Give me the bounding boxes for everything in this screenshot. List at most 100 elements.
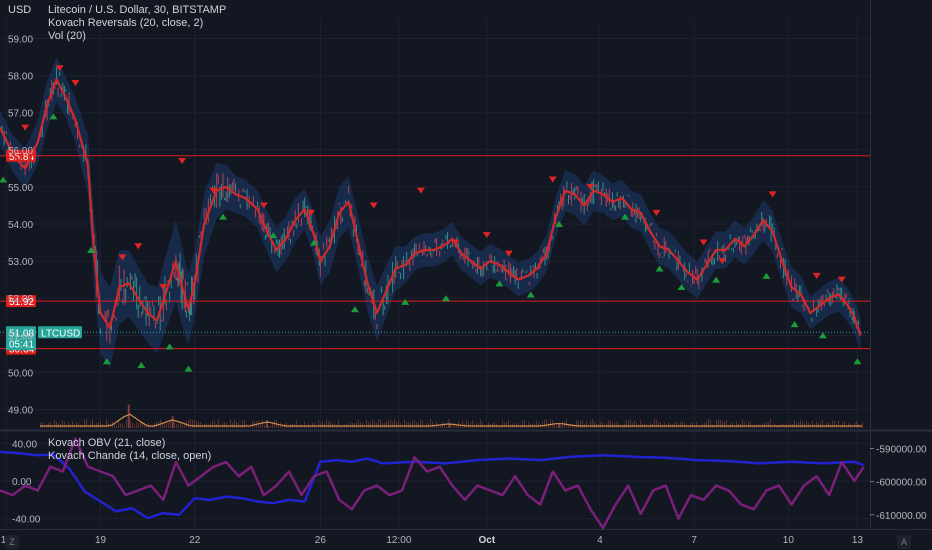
kovach-obv-legend[interactable]: Kovach OBV (21, close) bbox=[48, 437, 211, 450]
lower-left-tick-label: 40.00 bbox=[12, 439, 37, 450]
volume-bar bbox=[816, 421, 817, 428]
y-tick-label: 53.00 bbox=[8, 257, 33, 268]
volume-bar bbox=[242, 420, 243, 428]
lower-right-tick-label: -610000.00 bbox=[876, 511, 927, 522]
reversal-markers bbox=[0, 65, 862, 372]
volume-bar bbox=[436, 421, 437, 428]
volume-bar bbox=[238, 422, 239, 428]
volume-bar bbox=[766, 422, 767, 428]
volume-bar bbox=[318, 420, 319, 428]
volume-bar bbox=[682, 421, 683, 428]
volume-bar bbox=[388, 420, 389, 428]
volume-bar bbox=[416, 422, 417, 428]
volume-bar bbox=[806, 420, 807, 428]
volume-bar bbox=[608, 420, 609, 428]
volume-bar bbox=[834, 421, 835, 428]
volume-bar bbox=[330, 421, 331, 428]
volume-bar bbox=[98, 422, 99, 428]
volume-bar bbox=[428, 422, 429, 428]
volume-bar bbox=[420, 419, 421, 428]
volume-bar bbox=[312, 422, 313, 428]
volume-bar bbox=[794, 420, 795, 428]
volume-bar bbox=[374, 421, 375, 428]
lower-right-tick-label: -590000.00 bbox=[876, 445, 927, 456]
volume-spike-bar bbox=[171, 416, 174, 428]
buy-marker-triangle bbox=[401, 298, 410, 305]
volume-bar bbox=[386, 421, 387, 428]
volume-bar bbox=[676, 422, 677, 428]
volume-bar bbox=[612, 422, 613, 428]
volume-bar bbox=[190, 419, 191, 428]
volume-bar bbox=[812, 420, 813, 428]
volume-bar bbox=[690, 422, 691, 428]
volume-bar bbox=[270, 425, 271, 428]
volume-bar bbox=[194, 419, 195, 428]
volume-spike-bar bbox=[127, 404, 130, 428]
sell-marker-triangle bbox=[178, 157, 187, 164]
volume-bar bbox=[76, 422, 77, 428]
kovach-chande-legend[interactable]: Kovach Chande (14, close, open) bbox=[48, 450, 211, 463]
symbol-title[interactable]: Litecoin / U.S. Dollar, 30, BITSTAMP bbox=[48, 4, 226, 17]
volume-bar bbox=[278, 424, 279, 428]
volume-bar bbox=[546, 419, 547, 428]
kovach-reversals-legend[interactable]: Kovach Reversals (20, close, 2) bbox=[48, 17, 226, 30]
zoom-button[interactable]: Z bbox=[5, 535, 19, 549]
symbol-tag-label: LTCUSD bbox=[41, 328, 80, 339]
volume-bar bbox=[640, 419, 641, 428]
reversal-band bbox=[0, 57, 861, 369]
volume-bar bbox=[724, 422, 725, 428]
volume-bar bbox=[124, 425, 125, 428]
volume-bar bbox=[844, 420, 845, 428]
volume-bar bbox=[126, 419, 127, 428]
volume-bar bbox=[398, 420, 399, 428]
x-tick-label: Oct bbox=[478, 535, 495, 546]
sell-marker-triangle bbox=[699, 239, 708, 246]
volume-bar bbox=[138, 423, 139, 428]
y-tick-label: 58.00 bbox=[8, 72, 33, 83]
volume-bar bbox=[390, 419, 391, 428]
volume-legend[interactable]: Vol (20) bbox=[48, 30, 226, 43]
buy-marker-triangle bbox=[184, 365, 193, 372]
buy-marker-triangle bbox=[762, 272, 771, 279]
volume-bar bbox=[136, 421, 137, 428]
volume-bar bbox=[200, 422, 201, 428]
volume-spike-bar bbox=[265, 420, 268, 428]
volume-bar bbox=[550, 419, 551, 428]
buy-marker-triangle bbox=[137, 361, 146, 368]
volume-bar bbox=[528, 422, 529, 428]
volume-bar bbox=[680, 421, 681, 428]
buy-marker-triangle bbox=[526, 291, 535, 298]
volume-bar bbox=[482, 422, 483, 428]
volume-bar bbox=[796, 422, 797, 428]
volume-bar bbox=[706, 421, 707, 428]
volume-bar bbox=[692, 422, 693, 428]
volume-bar bbox=[234, 419, 235, 428]
auto-scale-button[interactable]: A bbox=[897, 535, 911, 549]
volume-bar bbox=[544, 419, 545, 428]
sell-marker-triangle bbox=[652, 209, 661, 216]
volume-bar bbox=[614, 422, 615, 428]
volume-bar bbox=[582, 421, 583, 428]
volume-bar bbox=[684, 422, 685, 428]
volume-bar bbox=[78, 422, 79, 428]
volume-bar bbox=[578, 421, 579, 428]
volume-bar bbox=[378, 419, 379, 428]
volume-bar bbox=[462, 420, 463, 428]
volume-bar bbox=[414, 420, 415, 428]
volume-bar bbox=[92, 419, 93, 428]
sell-marker-triangle bbox=[416, 187, 425, 194]
chart-canvas[interactable]: 55.8451.9250.64 51.0805:41LTCUSD 40.000.… bbox=[0, 0, 932, 550]
sell-marker-triangle bbox=[134, 243, 143, 250]
buy-marker-triangle bbox=[790, 321, 799, 328]
volume-bar bbox=[708, 419, 709, 428]
volume-bar bbox=[536, 420, 537, 428]
volume-bar bbox=[832, 420, 833, 428]
volume-bar bbox=[764, 422, 765, 428]
x-tick-label: 12:00 bbox=[386, 535, 411, 546]
volume-bar bbox=[356, 422, 357, 428]
volume-bar bbox=[616, 421, 617, 428]
x-tick-label: 7 bbox=[691, 535, 697, 546]
volume-bar bbox=[62, 420, 63, 428]
volume-bar bbox=[122, 423, 123, 428]
volume-bar bbox=[808, 422, 809, 428]
